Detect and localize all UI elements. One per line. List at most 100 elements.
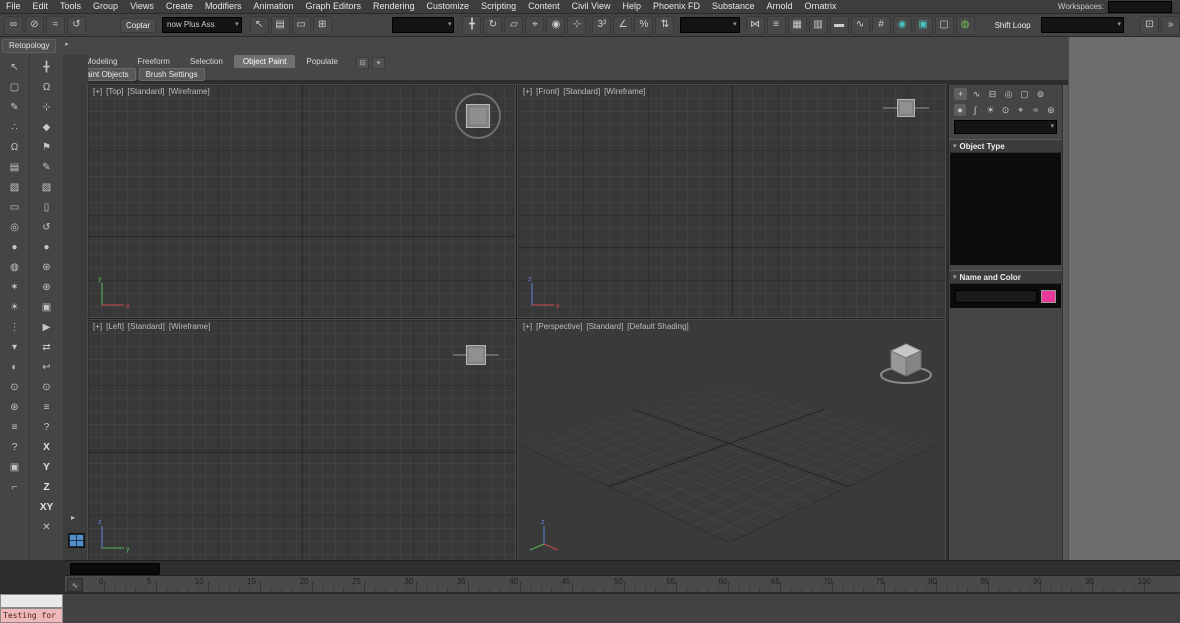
viewport-perspective[interactable]: [+] [Perspective] [Standard] [Default Sh… <box>517 319 946 561</box>
menu-item[interactable]: Customize <box>421 0 476 13</box>
viewport-top[interactable]: [+] [Top] [Standard] [Wireframe] y x <box>87 84 516 318</box>
workspaces-dropdown[interactable] <box>1108 1 1172 13</box>
viewport-renderer-label[interactable]: [Standard] <box>586 322 623 331</box>
star-shape-icon[interactable]: ✶ <box>7 280 23 296</box>
ribbon-tab[interactable]: Populate <box>297 55 347 68</box>
maxscript-recorder-line[interactable] <box>0 594 63 608</box>
shift-loop-button[interactable]: Shift Loop <box>989 18 1037 33</box>
viewport-menu-label[interactable]: [+] <box>523 87 532 96</box>
ribbon-tab[interactable]: Freeform <box>128 55 178 68</box>
axis-x-button[interactable]: X <box>39 440 55 456</box>
helpers-tab[interactable]: ⌖ <box>1015 104 1027 116</box>
lights-tab[interactable]: ☀ <box>984 104 996 116</box>
menu-item[interactable]: Tools <box>54 0 87 13</box>
menu-item[interactable]: Create <box>160 0 199 13</box>
menu-item[interactable]: Content <box>522 0 566 13</box>
render-setup-icon[interactable]: ▣ <box>913 15 933 35</box>
select-object-icon[interactable]: ↖ <box>249 15 269 35</box>
schematic-view-icon[interactable]: # <box>871 15 891 35</box>
menu-item[interactable]: Modifiers <box>199 0 248 13</box>
document-icon[interactable]: ▤ <box>7 160 23 176</box>
menu-item[interactable]: Help <box>616 0 647 13</box>
curve-editor-icon[interactable]: ∿ <box>850 15 870 35</box>
angle-snap-icon[interactable]: ∠ <box>613 15 633 35</box>
viewport-renderer-label[interactable]: [Standard] <box>563 87 600 96</box>
named-sets-dropdown[interactable] <box>680 17 740 33</box>
swap-arrows-icon[interactable]: ⇄ <box>39 340 55 356</box>
viewport-menu-label[interactable]: [+] <box>93 322 102 331</box>
hand-tool-icon[interactable]: ╋ <box>39 60 55 76</box>
shapes-tab[interactable]: ∫ <box>969 104 981 116</box>
viewport-name-label[interactable]: [Top] <box>106 87 123 96</box>
snaps-toggle-icon[interactable]: 3² <box>592 15 612 35</box>
ribbon-subtab[interactable]: Brush Settings <box>138 68 205 81</box>
coptar-button[interactable]: Coptar <box>120 17 157 33</box>
measure-icon[interactable]: ⌐ <box>7 480 23 496</box>
tools-icon[interactable]: ✕ <box>39 520 55 536</box>
undo-scene-icon[interactable]: ↺ <box>67 15 86 35</box>
sun-light-icon[interactable]: ☀ <box>7 300 23 316</box>
menu-item[interactable]: Substance <box>706 0 761 13</box>
help-circle-icon[interactable]: ? <box>7 440 23 456</box>
viewcube[interactable] <box>455 93 501 139</box>
viewcube[interactable] <box>883 95 929 121</box>
menu-item[interactable]: File <box>0 0 27 13</box>
menu-item[interactable]: Arnold <box>761 0 799 13</box>
image-icon[interactable]: ▧ <box>7 180 23 196</box>
orbit-icon[interactable]: ◐ <box>7 360 23 376</box>
select-and-scale-icon[interactable]: ▱ <box>504 15 524 35</box>
viewcube-face[interactable] <box>466 104 490 128</box>
spinner-snap-icon[interactable]: ⇅ <box>655 15 675 35</box>
ribbon-toggle-icon[interactable]: ▬ <box>829 15 849 35</box>
object-category-dropdown[interactable] <box>954 120 1057 134</box>
viewport-left[interactable]: [+] [Left] [Standard] [Wireframe] z y <box>87 319 516 561</box>
help-circle-icon[interactable]: ? <box>39 420 55 436</box>
axis-z-button[interactable]: Z <box>39 480 55 496</box>
systems-tab[interactable]: ⊛ <box>1045 104 1057 116</box>
toolbar-overflow-icon[interactable]: » <box>1160 15 1180 35</box>
menu-item[interactable]: Phoenix FD <box>647 0 706 13</box>
menu-item[interactable]: Ornatrix <box>799 0 843 13</box>
viewcube[interactable] <box>453 342 499 368</box>
display-icon[interactable]: ▣ <box>7 460 23 476</box>
geosphere-primitive-icon[interactable]: ◍ <box>7 260 23 276</box>
sphere-primitive-icon[interactable]: ● <box>7 240 23 256</box>
preset-dropdown[interactable]: now Plus Ass <box>162 17 242 33</box>
unlink-selection-icon[interactable]: ⊘ <box>25 15 44 35</box>
viewport-renderer-label[interactable]: [Standard] <box>127 87 164 96</box>
object-type-rollout-header[interactable]: Object Type <box>949 139 1062 153</box>
viewport-name-label[interactable]: [Left] <box>106 322 124 331</box>
space-warps-tab[interactable]: ≈ <box>1030 104 1042 116</box>
arrow-down-icon[interactable]: ▾ <box>7 340 23 356</box>
mirror-icon[interactable]: ⋈ <box>745 15 765 35</box>
viewport-shading-label[interactable]: [Wireframe] <box>604 87 645 96</box>
monitor-icon[interactable]: ▢ <box>7 80 23 96</box>
align-icon[interactable]: ≡ <box>766 15 786 35</box>
layout-flyout-icon[interactable]: ▸ <box>71 513 75 522</box>
pushpin-icon[interactable]: ⊕ <box>39 280 55 296</box>
cameras-tab[interactable]: ⊙ <box>999 104 1011 116</box>
selection-filter-dropdown[interactable] <box>391 17 455 33</box>
menu-item[interactable]: Graph Editors <box>299 0 367 13</box>
menu-item[interactable]: Edit <box>27 0 55 13</box>
pin-icon[interactable]: ⊹ <box>39 100 55 116</box>
bind-to-space-warp-icon[interactable]: ≈ <box>46 15 65 35</box>
monitor-blue-icon[interactable]: ▣ <box>39 300 55 316</box>
scene-explorer-icon[interactable]: ▦ <box>787 15 807 35</box>
viewport-shading-label[interactable]: [Default Shading] <box>627 322 688 331</box>
sphere-green-icon[interactable]: ● <box>39 240 55 256</box>
torus-primitive-icon[interactable]: ◎ <box>7 220 23 236</box>
menu-item[interactable]: Civil View <box>566 0 617 13</box>
axis-y-button[interactable]: Y <box>39 460 55 476</box>
marker-icon[interactable]: ◆ <box>39 120 55 136</box>
modify-tab[interactable]: ∿ <box>970 88 983 100</box>
magnet-icon[interactable]: Ω <box>7 140 23 156</box>
person-icon[interactable]: ⊙ <box>39 380 55 396</box>
menu-item[interactable]: Group <box>87 0 124 13</box>
render-production-icon[interactable]: ◍ <box>955 15 975 35</box>
material-editor-icon[interactable]: ◉ <box>892 15 912 35</box>
workspace-panel-icon[interactable]: ⊡ <box>1139 15 1159 35</box>
viewcube-face[interactable] <box>466 345 486 365</box>
use-pivot-center-icon[interactable]: ◉ <box>546 15 566 35</box>
list-icon[interactable]: ≡ <box>7 420 23 436</box>
